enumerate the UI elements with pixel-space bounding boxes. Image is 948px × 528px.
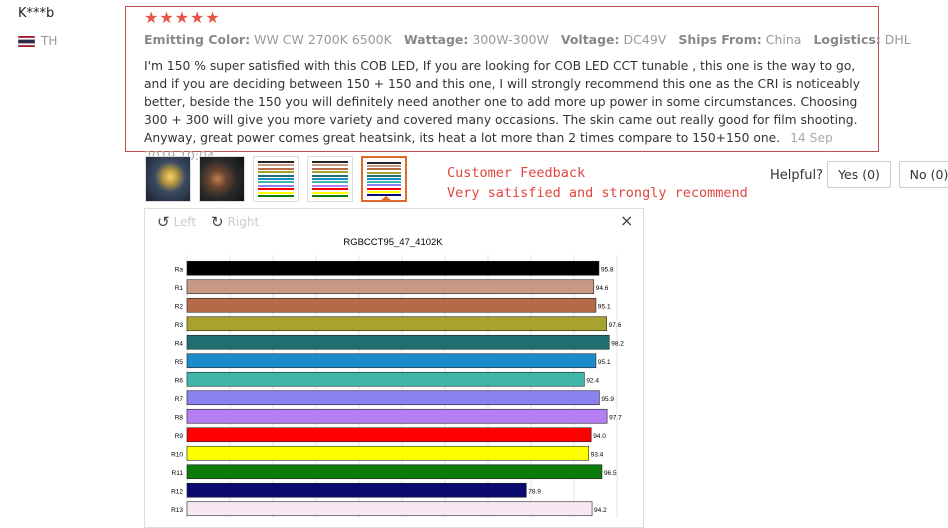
category-label: R13 [171, 507, 183, 514]
data-label: 95.8 [601, 266, 614, 273]
category-label: R9 [175, 433, 184, 440]
cri-bar-chart: RGBCCT95_47_4102K Ra 95.8 R1 94.6 R2 95.1 R3 97.… [171, 237, 624, 518]
bar-r1 [186, 279, 595, 295]
attribute-ships-from: Ships From: China [678, 32, 802, 47]
bar-r10 [186, 445, 589, 461]
review-photo-thumbnail-selected[interactable] [361, 156, 407, 202]
helpful-no-button[interactable]: No (0) [899, 161, 948, 188]
bar-r9 [186, 427, 592, 443]
thailand-flag-icon [18, 35, 35, 47]
country-code: TH [41, 34, 58, 48]
data-label: 97.7 [609, 414, 622, 421]
category-label: R1 [175, 285, 184, 292]
bar-r3 [186, 316, 607, 332]
category-label: R8 [175, 414, 184, 421]
category-label: Ra [175, 266, 184, 273]
data-label: 96.5 [604, 470, 617, 477]
category-label: R4 [175, 340, 184, 347]
feedback-annotation: Customer Feedback Very satisfied and str… [447, 163, 748, 203]
review-photo-thumbnail[interactable] [253, 156, 299, 202]
bar-r13 [186, 501, 593, 517]
data-label: 78.9 [528, 488, 541, 495]
data-label: 94.6 [596, 285, 609, 292]
attribute-emitting-color: Emitting Color: WW CW 2700K 6500K [144, 32, 392, 47]
bar-r5 [186, 353, 597, 369]
review-photo-thumbnail[interactable] [145, 156, 191, 202]
annotation-line-2: Very satisfied and strongly recommend [447, 185, 748, 201]
reviewer-country: TH [18, 34, 57, 48]
category-label: R5 [175, 359, 184, 366]
category-label: R6 [175, 377, 184, 384]
review-card: ★★★★★ Emitting Color: WW CW 2700K 6500K … [125, 6, 911, 163]
image-viewer: ↺ Left ↻ Right × RGBCCT95_47_4102K Ra 95.8… [144, 208, 644, 528]
data-label: 97.6 [609, 322, 622, 329]
data-label: 95.9 [601, 396, 614, 403]
review-photo-thumbnail[interactable] [307, 156, 353, 202]
data-label: 93.4 [591, 451, 604, 458]
data-label: 94.2 [594, 507, 607, 514]
data-label: 98.2 [611, 340, 624, 347]
data-label: 92.4 [586, 377, 599, 384]
product-attributes: Emitting Color: WW CW 2700K 6500K Wattag… [144, 32, 919, 47]
attribute-voltage: Voltage: DC49V [560, 32, 667, 47]
attribute-logistics: Logistics: DHL [813, 32, 911, 47]
reviewer-name: K***b [18, 6, 55, 21]
attribute-wattage: Wattage: 300W-300W [403, 32, 549, 47]
review-text: I'm 150 % super satisfied with this COB … [144, 59, 860, 145]
bar-r2 [186, 297, 597, 313]
bar-r8 [186, 408, 608, 424]
annotation-line-1: Customer Feedback [447, 165, 586, 181]
review-body: I'm 150 % super satisfied with this COB … [144, 57, 864, 165]
bar-r11 [186, 464, 603, 480]
star-rating: ★★★★★ [144, 8, 221, 27]
bar-r6 [186, 371, 585, 387]
category-label: R2 [175, 303, 184, 310]
data-label: 94.0 [593, 433, 606, 440]
category-label: R12 [171, 488, 183, 495]
bar-r4 [186, 334, 610, 350]
category-label: R3 [175, 322, 184, 329]
bar-ra [186, 260, 600, 276]
chart-title: RGBCCT95_47_4102K [343, 237, 443, 248]
bar-r7 [186, 390, 600, 406]
category-label: R10 [171, 451, 183, 458]
helpful-yes-button[interactable]: Yes (0) [827, 161, 891, 188]
review-photos [145, 156, 407, 202]
data-label: 95.1 [598, 303, 611, 310]
helpful-label: Helpful? [770, 168, 823, 183]
bar-r12 [186, 482, 527, 498]
data-label: 95.1 [598, 359, 611, 366]
category-label: R11 [172, 470, 184, 477]
category-label: R7 [175, 396, 184, 403]
review-photo-thumbnail[interactable] [199, 156, 245, 202]
